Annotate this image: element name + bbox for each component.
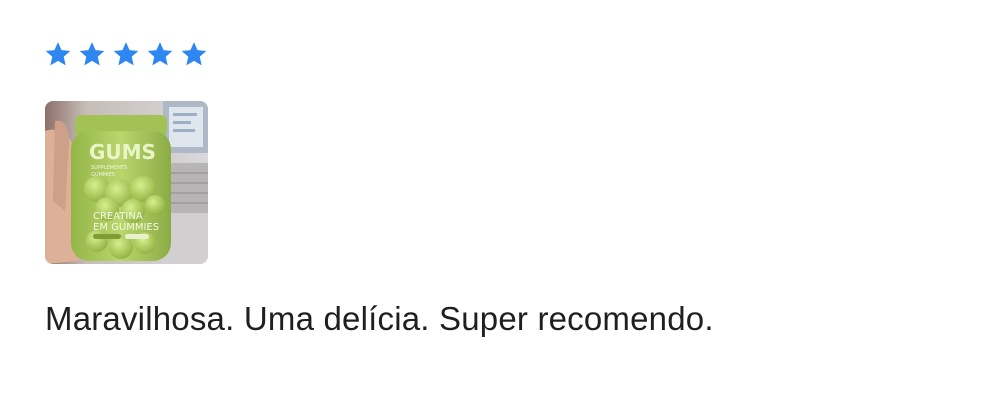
svg-text:CREATINA: CREATINA: [93, 211, 143, 222]
svg-text:GUMMIES: GUMMIES: [91, 172, 115, 178]
svg-text:EM GUMMIES: EM GUMMIES: [93, 222, 159, 233]
review-card: GUMS SUPPLEMENTS GUMMIES CREATINA EM GUM…: [0, 0, 996, 418]
star-icon: [78, 40, 106, 68]
star-icon: [180, 40, 208, 68]
star-icon: [112, 40, 140, 68]
svg-text:SUPPLEMENTS: SUPPLEMENTS: [91, 165, 127, 171]
star-icon: [146, 40, 174, 68]
product-photo-gummies-jar-icon: GUMS SUPPLEMENTS GUMMIES CREATINA EM GUM…: [45, 101, 208, 264]
review-photo-thumbnail[interactable]: GUMS SUPPLEMENTS GUMMIES CREATINA EM GUM…: [45, 101, 208, 264]
star-rating: [44, 38, 214, 70]
svg-text:GUMS: GUMS: [89, 140, 156, 164]
star-icon: [44, 40, 72, 68]
review-text: Maravilhosa. Uma delícia. Super recomend…: [45, 300, 714, 337]
